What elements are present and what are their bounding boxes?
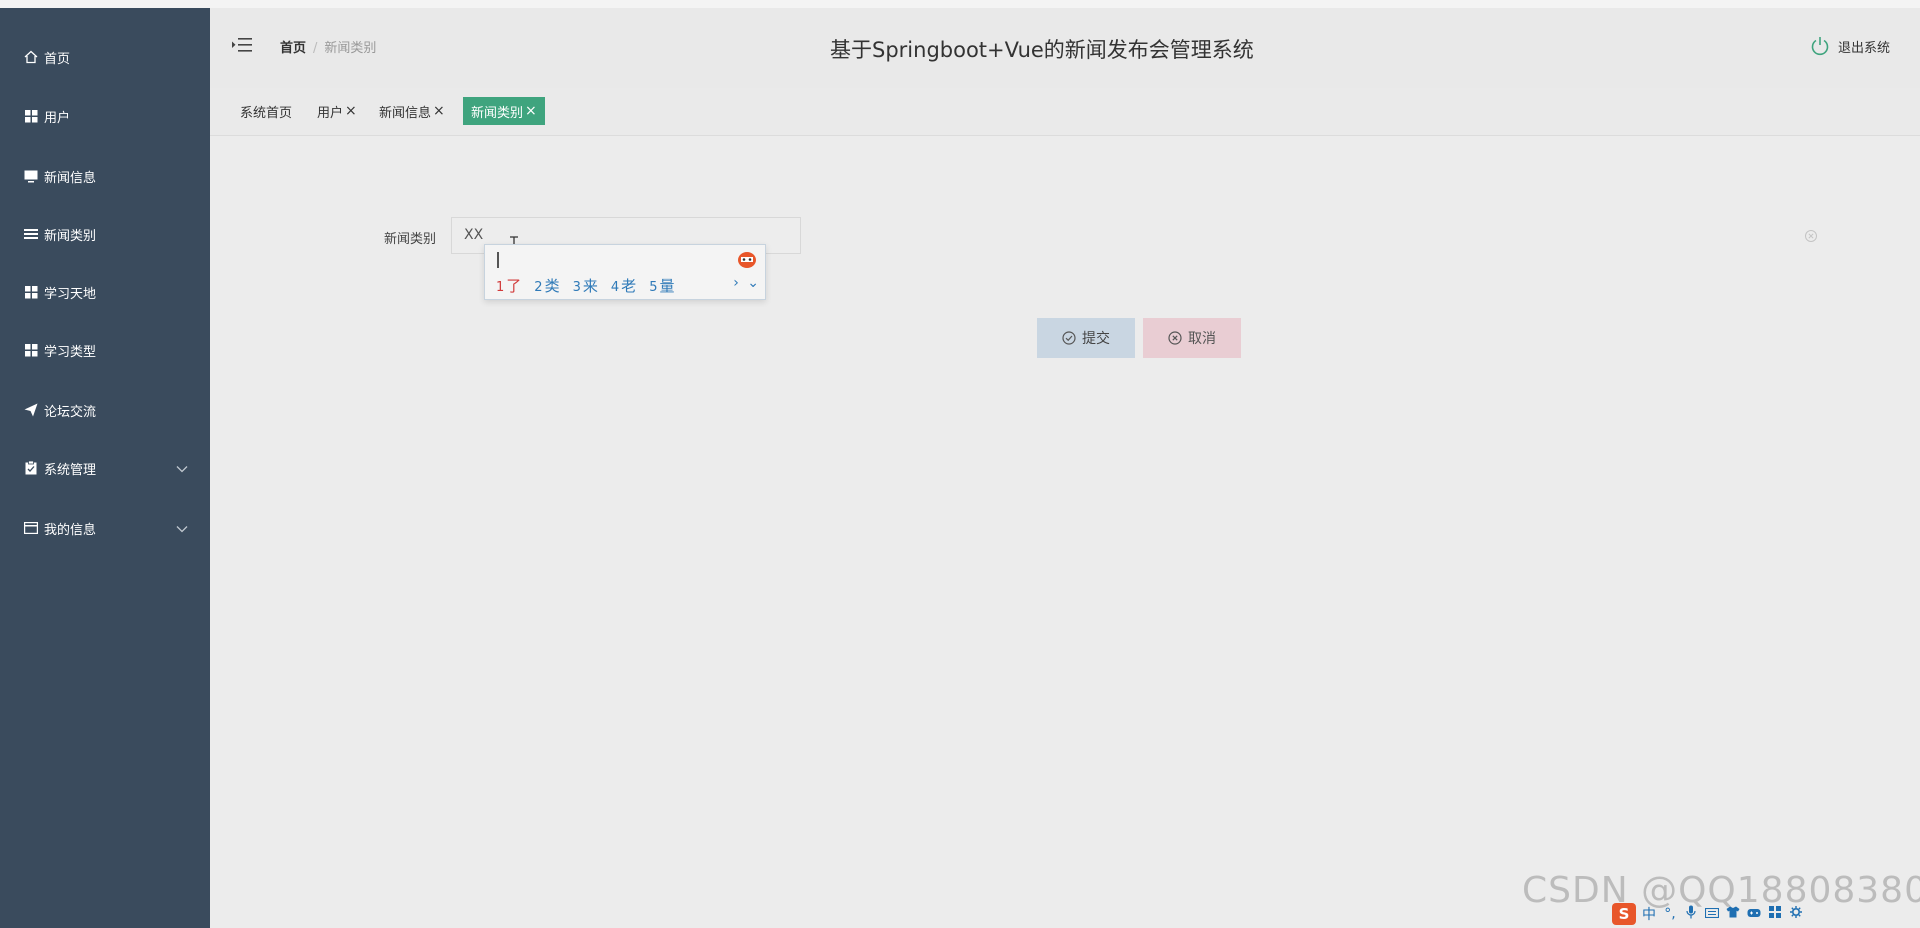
- list-icon: [24, 227, 38, 241]
- tab-system-home[interactable]: 系统首页: [236, 97, 296, 125]
- ime-toolbar: S 中 °,: [1612, 902, 1848, 926]
- card-icon: [24, 521, 38, 535]
- settings-gear-icon[interactable]: [1789, 906, 1803, 922]
- breadcrumb-current: 新闻类别: [324, 41, 377, 56]
- monitor-icon: [24, 169, 38, 183]
- sogou-logo-icon[interactable]: S: [1612, 903, 1636, 925]
- sidebar-item-label: 学习类型: [44, 344, 97, 360]
- home-icon: [24, 50, 38, 64]
- ime-mode-toggle[interactable]: 中: [1642, 904, 1656, 924]
- tab-label: 新闻信息: [379, 105, 432, 121]
- sidebar-item-label: 我的信息: [44, 522, 97, 538]
- tab-label: 用户: [317, 105, 344, 121]
- ime-nav: › ⌄: [733, 275, 759, 291]
- chevron-down-icon: [176, 462, 188, 477]
- cancel-button[interactable]: 取消: [1143, 318, 1241, 358]
- clear-icon[interactable]: [1804, 228, 1818, 242]
- apps-grid-icon[interactable]: [1768, 906, 1782, 922]
- sidebar: 首页 用户 新闻信息 新闻类别 学习天地 学习类型 论坛交流 系统管理 我的信息: [0, 8, 210, 928]
- sidebar-item-forum[interactable]: 论坛交流: [0, 390, 210, 430]
- grid-icon: [24, 343, 38, 357]
- sidebar-item-label: 论坛交流: [44, 404, 97, 420]
- ime-candidate[interactable]: 2类: [534, 275, 559, 296]
- ime-candidate[interactable]: 4老: [611, 275, 636, 296]
- power-icon: [1810, 36, 1830, 56]
- sidebar-item-label: 首页: [44, 51, 71, 67]
- breadcrumb-separator: /: [313, 41, 318, 56]
- logout-label: 退出系统: [1837, 40, 1890, 56]
- sidebar-item-label: 系统管理: [44, 462, 97, 478]
- tabs-bar: 系统首页 用户 × 新闻信息 × 新闻类别 ×: [210, 88, 1920, 136]
- ime-candidate-popup: 1了 2类 3来 4老 5量 › ⌄: [484, 244, 766, 300]
- logout-button[interactable]: 退出系统: [1810, 36, 1890, 56]
- sidebar-item-news-category[interactable]: 新闻类别: [0, 214, 210, 254]
- cancel-label: 取消: [1188, 331, 1216, 347]
- close-icon[interactable]: ×: [433, 103, 445, 119]
- sidebar-item-label: 用户: [44, 110, 71, 126]
- header: 首页 / 新闻类别 基于Springboot+Vue的新闻发布会管理系统 退出系统: [210, 8, 1920, 88]
- submit-button[interactable]: 提交: [1037, 318, 1135, 358]
- sidebar-item-news-info[interactable]: 新闻信息: [0, 156, 210, 196]
- clipboard-icon: [24, 461, 38, 475]
- ime-punctuation-toggle[interactable]: °,: [1663, 906, 1677, 922]
- top-strip: [0, 0, 1920, 8]
- ime-skin-icon[interactable]: [737, 251, 757, 269]
- ime-next-page-icon[interactable]: ›: [733, 275, 739, 291]
- sidebar-item-users[interactable]: 用户: [0, 96, 210, 136]
- gamepad-icon[interactable]: [1747, 906, 1761, 922]
- ime-caret: [497, 252, 499, 268]
- news-category-label: 新闻类别: [384, 232, 437, 247]
- grid-icon: [24, 285, 38, 299]
- sidebar-item-system-management[interactable]: 系统管理: [0, 448, 210, 488]
- sidebar-item-study-type[interactable]: 学习类型: [0, 330, 210, 370]
- close-icon[interactable]: ×: [345, 103, 357, 119]
- chevron-down-icon: [176, 522, 188, 537]
- page-title: 基于Springboot+Vue的新闻发布会管理系统: [830, 38, 1254, 62]
- ime-candidate[interactable]: 5量: [649, 275, 674, 296]
- sidebar-item-label: 学习天地: [44, 286, 97, 302]
- check-circle-icon: [1062, 331, 1076, 345]
- sidebar-item-label: 新闻信息: [44, 170, 97, 186]
- ime-expand-icon[interactable]: ⌄: [747, 275, 759, 291]
- grid-icon: [24, 109, 38, 123]
- tab-news-category[interactable]: 新闻类别 ×: [463, 97, 545, 125]
- input-value: XX: [464, 227, 484, 243]
- close-icon[interactable]: ×: [525, 103, 537, 119]
- tab-news-info[interactable]: 新闻信息 ×: [375, 97, 449, 125]
- breadcrumb: 首页 / 新闻类别: [280, 37, 376, 56]
- microphone-icon[interactable]: [1684, 905, 1698, 923]
- ime-candidates: 1了 2类 3来 4老 5量: [496, 275, 687, 296]
- sidebar-item-label: 新闻类别: [44, 228, 97, 244]
- send-icon: [24, 403, 38, 417]
- sidebar-item-home[interactable]: 首页: [0, 37, 210, 77]
- tab-label: 新闻类别: [471, 105, 524, 121]
- skin-shirt-icon[interactable]: [1726, 906, 1740, 922]
- keyboard-icon[interactable]: [1704, 906, 1720, 922]
- close-circle-icon: [1168, 331, 1182, 345]
- ime-candidate[interactable]: 1了: [496, 275, 521, 296]
- sidebar-item-my-info[interactable]: 我的信息: [0, 508, 210, 548]
- tab-label: 系统首页: [240, 105, 293, 121]
- menu-toggle-icon[interactable]: [232, 36, 252, 56]
- tab-users[interactable]: 用户 ×: [313, 97, 361, 125]
- submit-label: 提交: [1082, 331, 1110, 347]
- sidebar-item-study[interactable]: 学习天地: [0, 272, 210, 312]
- ime-candidate[interactable]: 3来: [573, 275, 598, 296]
- breadcrumb-home[interactable]: 首页: [280, 41, 306, 56]
